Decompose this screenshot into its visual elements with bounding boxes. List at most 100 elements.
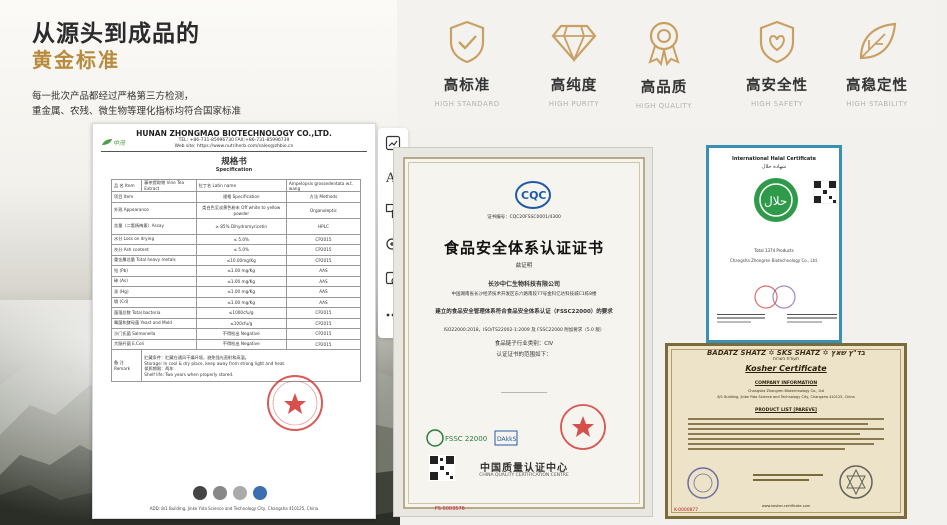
leaf-icon bbox=[859, 22, 897, 60]
hero-subtitle: 黄金标准 bbox=[32, 48, 120, 72]
kosher-company: Changsha Zhongren Biotechnology Co., Ltd bbox=[747, 389, 825, 393]
table-row: 含量（二氢杨梅素）Assay ≥ 85% Dihydromyricetin HPLC bbox=[111, 217, 362, 235]
table-cell: 不得检出 Negative bbox=[195, 328, 287, 340]
quality-item-standard: 高标准 HIGH STANDARD bbox=[422, 20, 512, 108]
kosher-seal-left bbox=[687, 467, 719, 499]
certificate-serial: FS 0003576 bbox=[435, 506, 465, 512]
quality-label-en: HIGH QUALITY bbox=[635, 102, 693, 110]
certification-badges bbox=[193, 486, 267, 500]
table-cell: 铅 (Pb) bbox=[111, 265, 197, 277]
company-seal-stamp bbox=[267, 375, 323, 431]
table-row: 砷 (As) ≤1.00 mg/Kg AAS bbox=[111, 275, 362, 287]
award-ribbon-icon bbox=[648, 21, 680, 66]
certification-centre-name-en: CHINA QUALITY CERTIFICATION CENTRE bbox=[479, 473, 569, 478]
badge-icon bbox=[193, 486, 207, 500]
table-cell: 水分 Loss on drying bbox=[111, 233, 197, 245]
certificate-dates: ───────────────── bbox=[500, 391, 548, 396]
kosher-footer: www.kosher-certificate.com bbox=[761, 504, 811, 508]
table-cell: 不得检出 Negative bbox=[195, 338, 287, 350]
table-cell: ≤1.00 mg/Kg bbox=[195, 286, 287, 298]
table-cell: CP2015 bbox=[285, 317, 362, 329]
badge-icon bbox=[253, 486, 267, 500]
table-cell: CP2015 bbox=[285, 328, 362, 340]
certificate-issued-to: 兹证明 bbox=[515, 263, 533, 269]
certificate-statement: 建立的食品安全管理体系符合食品安全体系认证（FSSC22000）的要求 bbox=[435, 309, 613, 315]
shield-heart-icon bbox=[759, 20, 795, 64]
quality-label-en: HIGH STANDARD bbox=[434, 100, 500, 108]
certificate-address: 中国湖南省长沙经济技术开发区东六路南段77号金科亿达科技城C1栋8楼 bbox=[451, 292, 597, 297]
specification-table: 品 名 Item 藤茶提取物 Vine Tea Extract 拉丁名 Lati… bbox=[110, 179, 362, 382]
halal-company: Changsha Zhongren Biotechnology Co., Ltd… bbox=[729, 258, 819, 263]
table-cell: AAS bbox=[285, 265, 362, 277]
table-cell: AAS bbox=[285, 296, 362, 308]
table-cell: 类白色至淡黄色粉末 Off white to yellow powder bbox=[195, 201, 287, 219]
certification-centre-name: 中国质量认证中心 bbox=[480, 463, 568, 474]
table-cell: ≥ 85% Dihydromyricetin bbox=[195, 217, 287, 235]
document-company-name: HUNAN ZHONGMAO BIOTECHNOLOGY CO.,LTD. bbox=[136, 129, 332, 138]
table-row: 沙门氏菌 Salmonella 不得检出 Negative CP2015 bbox=[111, 328, 362, 340]
table-cell: ≤ 5.0% bbox=[195, 233, 287, 245]
halal-signature-left bbox=[717, 314, 765, 323]
table-row: 项目 Item 规格 Specification 方法 Methods bbox=[111, 191, 362, 203]
table-cell: 备 注 Remark bbox=[110, 349, 143, 382]
table-cell: ≤1.00 mg/Kg bbox=[195, 265, 287, 277]
table-row: 水分 Loss on drying ≤ 5.0% CP2015 bbox=[111, 233, 362, 245]
hero-description-line: 重金属、农残、微生物等理化指标均符合国家标准 bbox=[32, 106, 242, 117]
table-cell: Ampelopsis grossedentata w.t. wang bbox=[285, 179, 362, 192]
document-title-en: Specification bbox=[215, 167, 253, 173]
table-cell: 灰分 Ash content bbox=[111, 244, 197, 256]
quality-label: 高纯度 bbox=[550, 78, 598, 94]
hero-title: 从源头到成品的 bbox=[32, 21, 200, 47]
kosher-signature-lines bbox=[753, 474, 823, 484]
table-cell: CP2015 bbox=[285, 233, 362, 245]
kosher-certificate: BADATZ SHATZ ✡ SKS SHATZ ✡ בד"ץ שאץ תעוד… bbox=[665, 343, 907, 519]
food-safety-certificate: CQC 证书编号：CQC20FSSC0001/4300 食品安全体系认证证书 兹… bbox=[393, 147, 653, 517]
table-row: 大肠杆菌 E.Coli 不得检出 Negative CP2015 bbox=[111, 338, 362, 350]
kosher-seal-right bbox=[839, 465, 873, 499]
table-cell: HPLC bbox=[285, 217, 362, 235]
table-cell: 汞 (Hg) bbox=[111, 286, 197, 298]
table-cell: AAS bbox=[285, 275, 362, 287]
table-cell: 含量（二氢杨梅素）Assay bbox=[111, 217, 197, 235]
kosher-product-list bbox=[688, 418, 884, 453]
table-cell: ≤1.00 mg/Kg bbox=[195, 275, 287, 287]
certificate-title: 食品安全体系认证证书 bbox=[443, 239, 604, 257]
halal-title: International Halal Certificate bbox=[731, 156, 817, 162]
kosher-title: Kosher Certificate bbox=[745, 364, 827, 373]
quality-features-panel: 高标准 HIGH STANDARD 高纯度 HIGH PURITY 高品质 HI… bbox=[397, 0, 937, 130]
document-contact: TEL: +86-731-85996730 FAX:+86-731-859967… bbox=[178, 138, 290, 143]
table-row: 重金属总量 Total heavy metals ≤10.00mg/Kg CP201… bbox=[111, 254, 362, 266]
table-cell: 镉 (Cd) bbox=[111, 296, 197, 308]
table-cell: 重金属总量 Total heavy metals bbox=[111, 254, 197, 266]
certificate-qr-code bbox=[429, 455, 455, 481]
accreditation-logos: FSSC 22000 DAkkS bbox=[426, 429, 518, 447]
table-cell: 沙门氏菌 Salmonella bbox=[111, 328, 197, 340]
table-cell: 菌落总数 Total bacteria bbox=[111, 307, 197, 319]
quality-label: 高标准 bbox=[443, 78, 491, 94]
table-cell: 砷 (As) bbox=[111, 275, 197, 287]
quality-label-en: HIGH PURITY bbox=[548, 100, 600, 108]
quality-label-en: HIGH SAFETY bbox=[750, 100, 804, 108]
table-cell: Organoleptic bbox=[285, 201, 362, 219]
kosher-hebrew-title: תעודת כשרות bbox=[772, 357, 800, 362]
svg-text:FSSC 22000: FSSC 22000 bbox=[445, 435, 487, 443]
quality-item-stability: 高稳定性 HIGH STABILITY bbox=[832, 20, 922, 108]
table-cell: 外观 Appearance bbox=[111, 201, 197, 219]
table-row: 镉 (Cd) ≤1.00 mg/Kg AAS bbox=[111, 296, 362, 308]
remark-cell: 贮藏条件：贮藏在通风干燥环境，避免强光直射和高温。 Storage: In coo… bbox=[141, 349, 361, 382]
kosher-products-label: PRODUCT LIST [PAREVE] bbox=[755, 408, 817, 413]
table-row: 菌落总数 Total bacteria ≤1000cfu/g CP2015 bbox=[111, 307, 362, 319]
document-divider bbox=[101, 151, 367, 152]
table-cell: 霉菌和酵母菌 Yeast and Mold bbox=[111, 317, 197, 329]
shield-check-icon bbox=[449, 20, 485, 64]
table-cell: ≤10.00mg/Kg bbox=[195, 254, 287, 266]
cqc-logo-icon: CQC bbox=[515, 181, 551, 209]
table-cell: CP2015 bbox=[285, 338, 362, 350]
table-header: 方法 Methods bbox=[285, 191, 362, 203]
table-row: 灰分 Ash content ≤ 5.0% CP2015 bbox=[111, 244, 362, 256]
table-cell: CP2015 bbox=[285, 307, 362, 319]
kosher-serial: K-0000877 bbox=[674, 508, 699, 513]
svg-text:DAkkS: DAkkS bbox=[497, 436, 517, 443]
document-website: Web site: https://www.nutriherb.com/sale… bbox=[174, 144, 294, 149]
halal-certificate: International Halal Certificate شهادة حل… bbox=[706, 145, 842, 343]
